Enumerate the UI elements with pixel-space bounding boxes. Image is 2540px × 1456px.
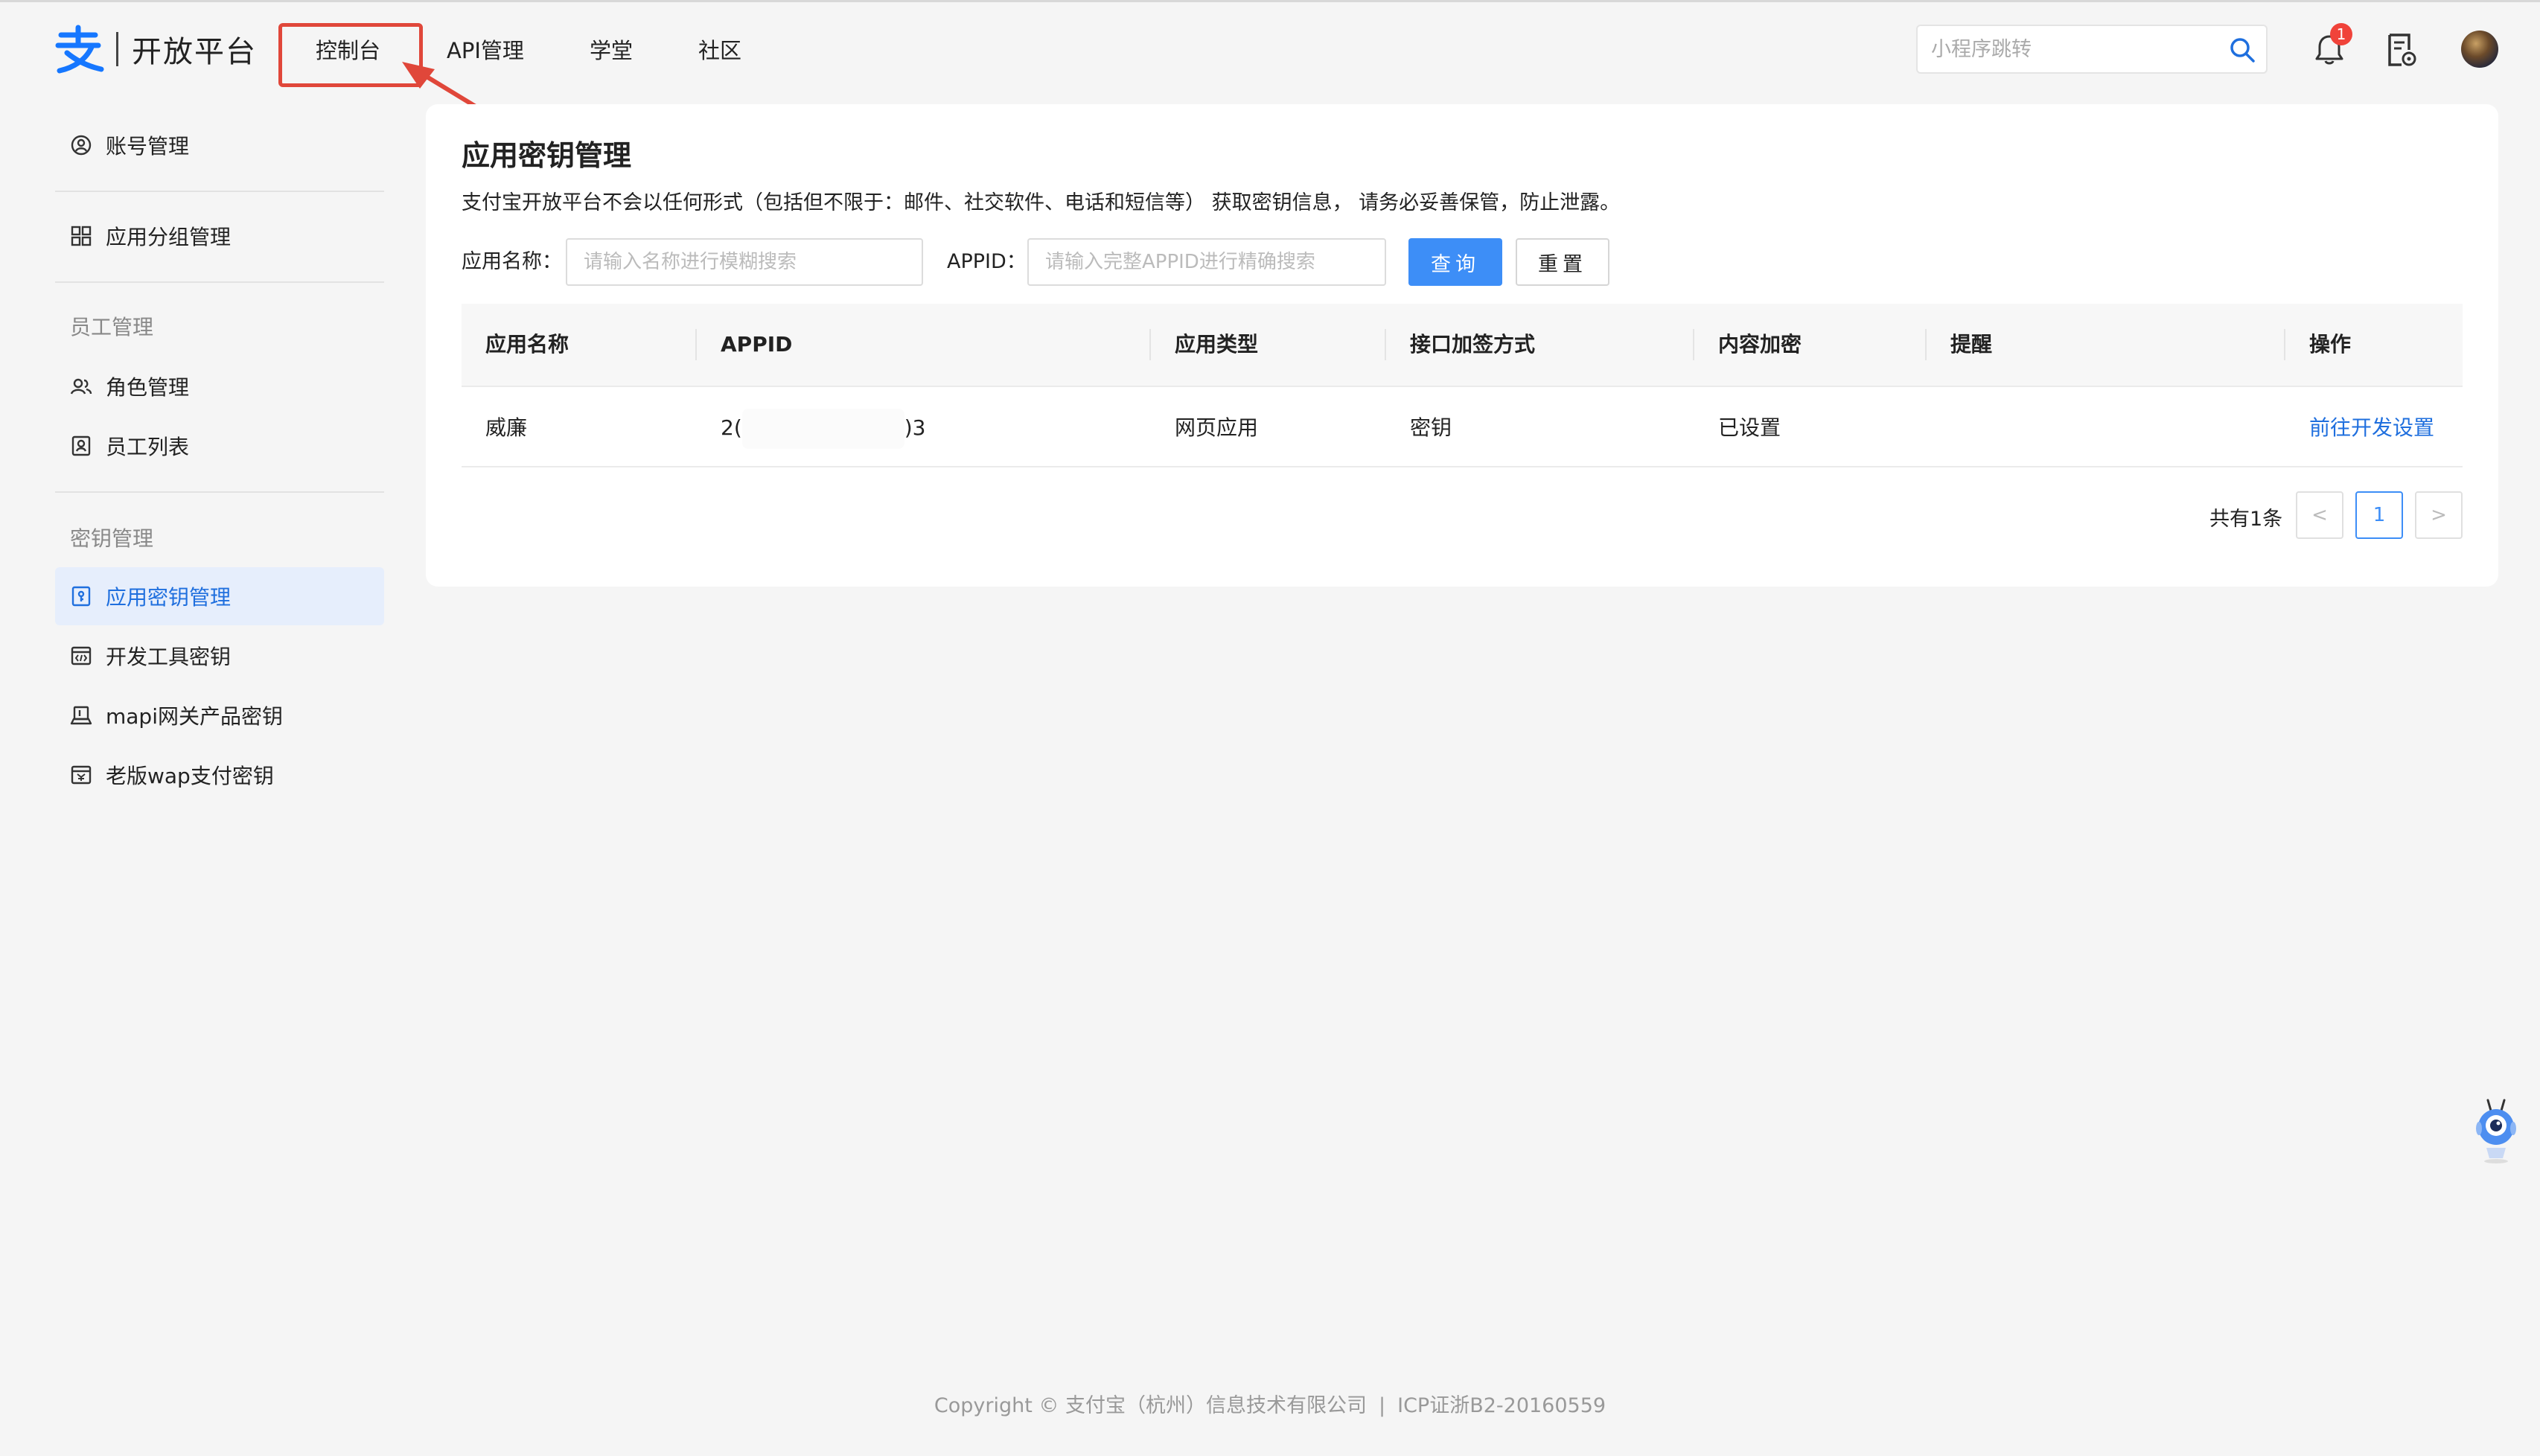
reset-button[interactable]: 重置 — [1516, 238, 1609, 286]
column-divider — [1385, 329, 1386, 360]
column-divider — [1925, 329, 1927, 360]
column-divider — [1693, 329, 1694, 360]
appid-redaction-mask — [741, 409, 904, 449]
security-notice: 支付宝开放平台不会以任何形式（包括但不限于：邮件、社交软件、电话和短信等） 获取… — [462, 191, 1621, 214]
sidebar-item-dev-tool-keys[interactable]: 开发工具密钥 — [55, 627, 384, 685]
column-header-app-type: 应用类型 — [1175, 332, 1259, 357]
search-input[interactable] — [1931, 26, 2214, 72]
payment-window-icon — [71, 765, 92, 785]
laptop-icon — [70, 706, 92, 725]
platform-title: 开放平台 — [132, 35, 257, 69]
appid-prefix: 2( — [721, 415, 742, 440]
cell-appid: 2( )3 — [721, 387, 926, 469]
page-title: 应用密钥管理 — [462, 139, 632, 172]
user-circle-icon — [71, 135, 92, 156]
alipay-logo-icon — [55, 25, 104, 74]
cell-app-name: 威廉 — [485, 415, 528, 440]
column-header-encryption: 内容加密 — [1718, 332, 1802, 357]
appid-search-input[interactable] — [1027, 238, 1386, 286]
pagination-prev-button[interactable]: < — [2296, 491, 2343, 539]
column-header-actions: 操作 — [2309, 332, 2352, 357]
column-divider — [1149, 329, 1151, 360]
cell-encryption: 已设置 — [1718, 415, 1781, 440]
nav-academy[interactable]: 学堂 — [590, 32, 633, 69]
mini-program-search — [1916, 25, 2268, 74]
sidebar-divider — [55, 491, 384, 493]
cell-sign-method: 密钥 — [1410, 415, 1452, 440]
table-header: 应用名称 APPID 应用类型 接口加签方式 内容加密 提醒 操作 — [462, 304, 2463, 386]
sidebar-item-label: 应用密钥管理 — [106, 585, 232, 610]
alipay-logo[interactable]: 开放平台 — [51, 22, 257, 77]
sidebar-item-label: 员工列表 — [106, 435, 190, 459]
search-icon[interactable] — [2229, 36, 2256, 63]
sidebar-item-label: 开发工具密钥 — [106, 645, 232, 669]
sidebar-item-label: mapi网关产品密钥 — [106, 704, 283, 729]
grid-icon — [71, 226, 92, 246]
column-header-sign-method: 接口加签方式 — [1410, 332, 1536, 357]
query-button[interactable]: 查询 — [1408, 238, 1502, 286]
pagination-page-1[interactable]: 1 — [2355, 491, 2403, 539]
pagination-total: 共有1条 — [2209, 508, 2283, 531]
user-avatar[interactable] — [2461, 31, 2498, 68]
footer-copyright: Copyright © 支付宝（杭州）信息技术有限公司 — [934, 1394, 1367, 1417]
assistant-robot-icon[interactable] — [2470, 1096, 2522, 1164]
sidebar-item-roles[interactable]: 角色管理 — [55, 357, 384, 415]
sidebar-group-title: 密钥管理 — [70, 526, 154, 551]
users-icon — [70, 378, 92, 395]
column-header-app-name: 应用名称 — [485, 332, 569, 357]
document-settings-icon[interactable] — [2385, 32, 2418, 68]
app-name-label: 应用名称： — [462, 250, 562, 273]
code-window-icon — [71, 646, 92, 665]
sidebar-item-mapi-keys[interactable]: mapi网关产品密钥 — [55, 686, 384, 744]
footer-separator: | — [1379, 1394, 1386, 1417]
sidebar-divider — [55, 281, 384, 283]
column-divider — [695, 329, 697, 360]
app-name-search-input[interactable] — [566, 238, 923, 286]
contact-card-icon — [71, 435, 91, 456]
sidebar-divider — [55, 191, 384, 192]
sidebar-item-staff-list[interactable]: 员工列表 — [55, 417, 384, 475]
appid-label: APPID： — [947, 250, 1027, 273]
sidebar-item-app-keys[interactable]: 应用密钥管理 — [55, 567, 384, 625]
notification-badge: 1 — [2330, 23, 2352, 45]
appid-suffix: )3 — [904, 415, 926, 440]
column-header-reminder: 提醒 — [1950, 332, 1993, 357]
footer-icp-link[interactable]: ICP证浙B2-20160559 — [1397, 1394, 1606, 1417]
cell-app-type: 网页应用 — [1175, 415, 1259, 440]
page-footer: Copyright © 支付宝（杭州）信息技术有限公司 | ICP证浙B2-2016… — [0, 1389, 2540, 1418]
table-row: 威廉 2( )3 网页应用 密钥 已设置 前往开发设置 — [462, 386, 2463, 467]
key-management-card: 应用密钥管理 支付宝开放平台不会以任何形式（包括但不限于：邮件、社交软件、电话和… — [426, 104, 2498, 587]
sidebar-item-label: 角色管理 — [106, 375, 190, 400]
top-header: 开放平台 控制台 API管理 学堂 社区 1 — [0, 0, 2540, 119]
column-header-appid: APPID — [721, 332, 793, 357]
sidebar-item-label: 应用分组管理 — [106, 225, 232, 249]
go-to-dev-settings-link[interactable]: 前往开发设置 — [2309, 387, 2434, 469]
key-doc-icon — [71, 586, 91, 607]
sidebar-item-app-groups[interactable]: 应用分组管理 — [55, 207, 384, 265]
sidebar-item-account[interactable]: 账号管理 — [55, 116, 384, 174]
logo-divider — [116, 32, 118, 66]
nav-community[interactable]: 社区 — [698, 32, 741, 69]
sidebar-group-title: 员工管理 — [70, 315, 154, 339]
sidebar-item-label: 账号管理 — [106, 134, 190, 159]
sidebar-item-legacy-wap-keys[interactable]: 老版wap支付密钥 — [55, 746, 384, 804]
sidebar-item-label: 老版wap支付密钥 — [106, 764, 274, 788]
column-divider — [2284, 329, 2285, 360]
pagination-next-button[interactable]: > — [2415, 491, 2463, 539]
